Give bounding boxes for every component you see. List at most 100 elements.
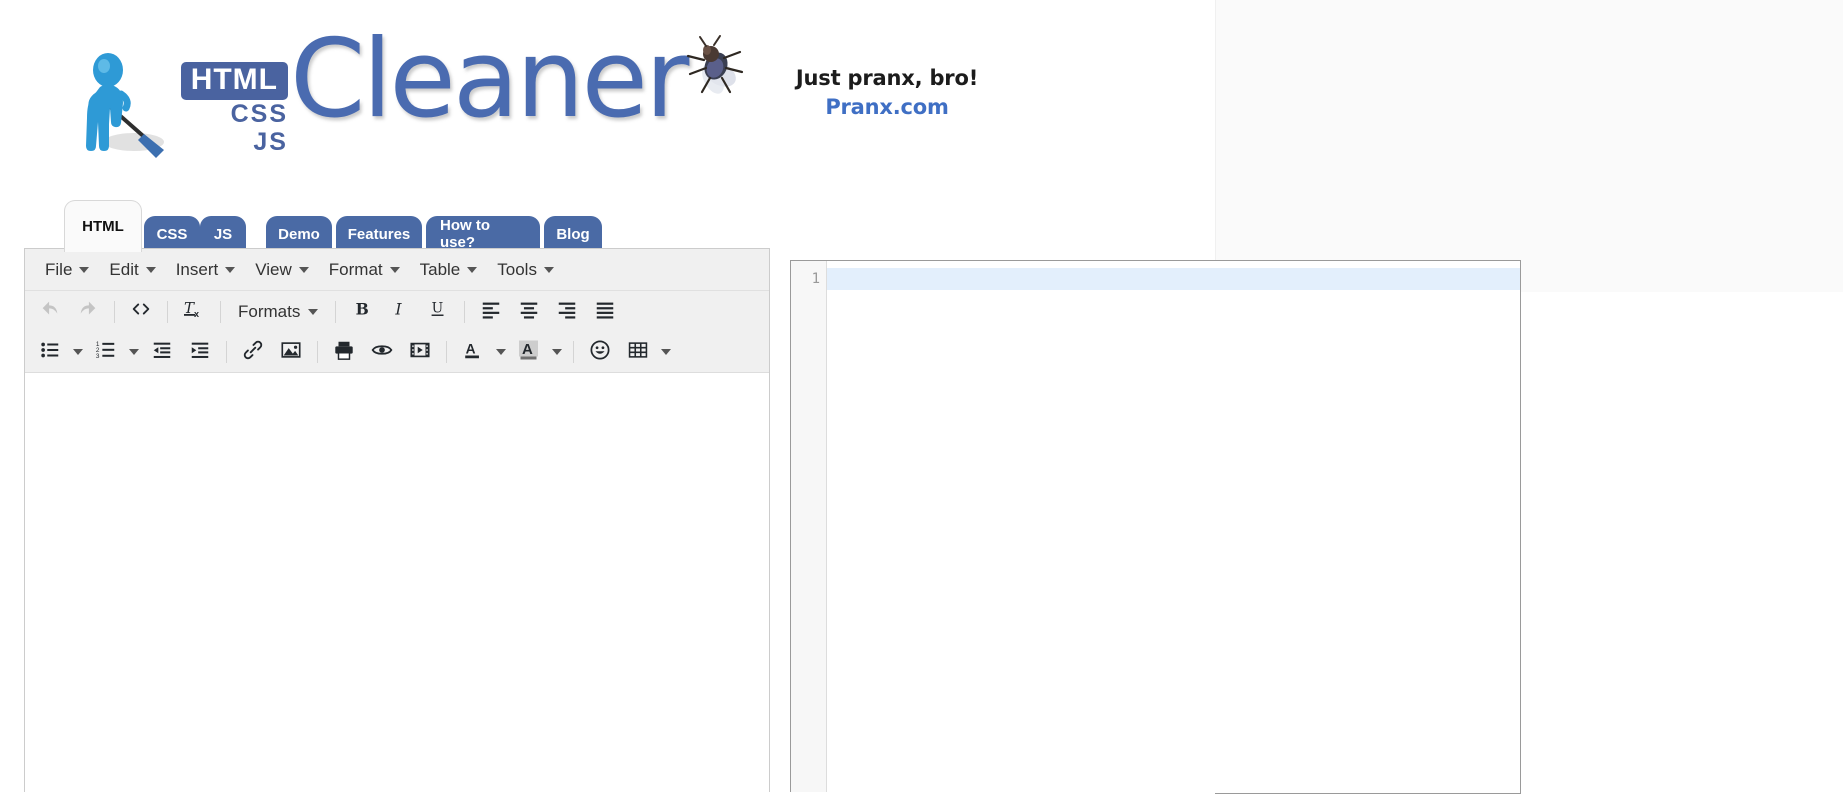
- editor-toolbar-row-2: 1 2 3 A A: [25, 332, 769, 373]
- chevron-down-icon: [225, 266, 236, 273]
- menu-table[interactable]: Table: [410, 254, 488, 286]
- align-left-icon: [480, 298, 502, 325]
- undo-arrow-icon: [39, 298, 61, 325]
- site-logo[interactable]: HTML CSS JS Cleaner: [78, 26, 689, 166]
- toolbar-separator: [220, 300, 221, 323]
- menu-file[interactable]: File: [35, 254, 99, 286]
- image-icon: [280, 339, 302, 366]
- tab-js[interactable]: JS: [200, 216, 246, 252]
- angle-brackets-icon: [130, 298, 152, 325]
- person-with-broom-icon: [78, 50, 170, 162]
- toolbar-separator: [573, 341, 574, 363]
- menu-view[interactable]: View: [245, 254, 319, 286]
- menu-table-label: Table: [419, 259, 461, 279]
- outdent-button[interactable]: [143, 336, 181, 368]
- undo-button[interactable]: [31, 296, 69, 328]
- numbered-list-button[interactable]: 1 2 3: [87, 336, 125, 368]
- highlight-color-a-icon: A: [517, 338, 541, 367]
- pranx-ad-banner[interactable]: Just pranx, bro! Pranx.com: [672, 30, 1002, 150]
- background-color-caret[interactable]: [548, 336, 566, 368]
- tab-js-label: JS: [213, 225, 233, 243]
- underline-icon: U: [427, 298, 449, 325]
- menu-insert[interactable]: Insert: [166, 254, 246, 286]
- underline-button[interactable]: U: [419, 296, 457, 328]
- emoticons-button[interactable]: [581, 336, 619, 368]
- text-color-button[interactable]: A: [454, 336, 492, 368]
- menu-tools-label: Tools: [497, 259, 537, 279]
- menu-format-label: Format: [328, 259, 383, 279]
- insert-table-caret[interactable]: [657, 336, 675, 368]
- menu-format[interactable]: Format: [319, 254, 410, 286]
- insert-media-button[interactable]: [401, 336, 439, 368]
- line-number: 1: [811, 271, 820, 287]
- chevron-down-icon: [298, 266, 309, 273]
- logo-wordmark: Cleaner: [290, 17, 689, 142]
- chevron-down-icon: [79, 266, 90, 273]
- tab-css[interactable]: CSS: [144, 216, 200, 252]
- align-center-button[interactable]: [510, 296, 548, 328]
- tab-blog[interactable]: Blog: [544, 216, 602, 252]
- page-root: HTML CSS JS Cleaner Just pranx, bro! Pra…: [0, 0, 1843, 794]
- numbered-list-split-button[interactable]: 1 2 3: [87, 336, 143, 368]
- code-text-area[interactable]: [827, 261, 1520, 793]
- formats-dropdown[interactable]: Formats: [228, 296, 328, 328]
- source-code-button[interactable]: [122, 296, 160, 328]
- svg-text:A: A: [522, 341, 533, 358]
- background-color-split-button[interactable]: A: [510, 336, 566, 368]
- logo-html-badge: HTML: [180, 62, 288, 100]
- italic-button[interactable]: I: [381, 296, 419, 328]
- bullet-list-caret[interactable]: [69, 336, 87, 368]
- insert-table-split-button[interactable]: [619, 336, 675, 368]
- svg-text:U: U: [432, 301, 444, 317]
- align-left-button[interactable]: [472, 296, 510, 328]
- wysiwyg-editor-panel: File Edit Insert View Format Table Tools…: [24, 248, 770, 794]
- numbered-list-caret[interactable]: [125, 336, 143, 368]
- italic-icon: I: [389, 298, 411, 325]
- bold-button[interactable]: B: [343, 296, 381, 328]
- bullet-list-button[interactable]: [31, 336, 69, 368]
- text-color-caret[interactable]: [492, 336, 510, 368]
- eye-icon: [371, 339, 393, 366]
- insert-image-button[interactable]: [272, 336, 310, 368]
- chevron-down-icon: [552, 349, 562, 355]
- chevron-down-icon: [496, 349, 506, 355]
- logo-css-label: CSS: [230, 99, 288, 128]
- insert-link-button[interactable]: [234, 336, 272, 368]
- toolbar-separator: [167, 300, 168, 323]
- insert-table-button[interactable]: [619, 336, 657, 368]
- menu-edit[interactable]: Edit: [99, 254, 165, 286]
- align-justify-button[interactable]: [586, 296, 624, 328]
- editor-toolbar-row-1: T x Formats B I U: [25, 291, 769, 332]
- preview-button[interactable]: [363, 336, 401, 368]
- logo-js-label: JS: [253, 127, 288, 156]
- logo-text-stack: HTML CSS JS: [178, 62, 288, 156]
- tab-html[interactable]: HTML: [64, 200, 142, 252]
- tab-how-to-use[interactable]: How to use?: [426, 216, 540, 252]
- editor-area: File Edit Insert View Format Table Tools…: [24, 248, 1521, 794]
- ad-site-link[interactable]: Pranx.com: [772, 95, 1002, 119]
- tab-features-label: Features: [347, 225, 411, 243]
- menu-tools[interactable]: Tools: [487, 254, 564, 286]
- svg-text:B: B: [356, 300, 369, 319]
- code-gutter: 1: [791, 261, 827, 793]
- menu-view-label: View: [255, 259, 292, 279]
- menu-file-label: File: [45, 259, 73, 279]
- tab-how-to-use-label: How to use?: [440, 217, 490, 251]
- redo-button[interactable]: [69, 296, 107, 328]
- bullet-list-icon: [39, 339, 61, 366]
- tab-demo[interactable]: Demo: [266, 216, 332, 252]
- wysiwyg-content-area[interactable]: [25, 373, 769, 754]
- bullet-list-split-button[interactable]: [31, 336, 87, 368]
- align-justify-icon: [594, 298, 616, 325]
- text-color-split-button[interactable]: A: [454, 336, 510, 368]
- tab-features[interactable]: Features: [336, 216, 422, 252]
- clear-formatting-button[interactable]: T x: [175, 296, 213, 328]
- tab-html-label: HTML: [82, 218, 124, 235]
- menu-insert-label: Insert: [175, 259, 219, 279]
- background-color-button[interactable]: A: [510, 336, 548, 368]
- link-chain-icon: [242, 339, 264, 366]
- print-button[interactable]: [325, 336, 363, 368]
- indent-button[interactable]: [181, 336, 219, 368]
- toolbar-separator: [335, 300, 337, 323]
- align-right-button[interactable]: [548, 296, 586, 328]
